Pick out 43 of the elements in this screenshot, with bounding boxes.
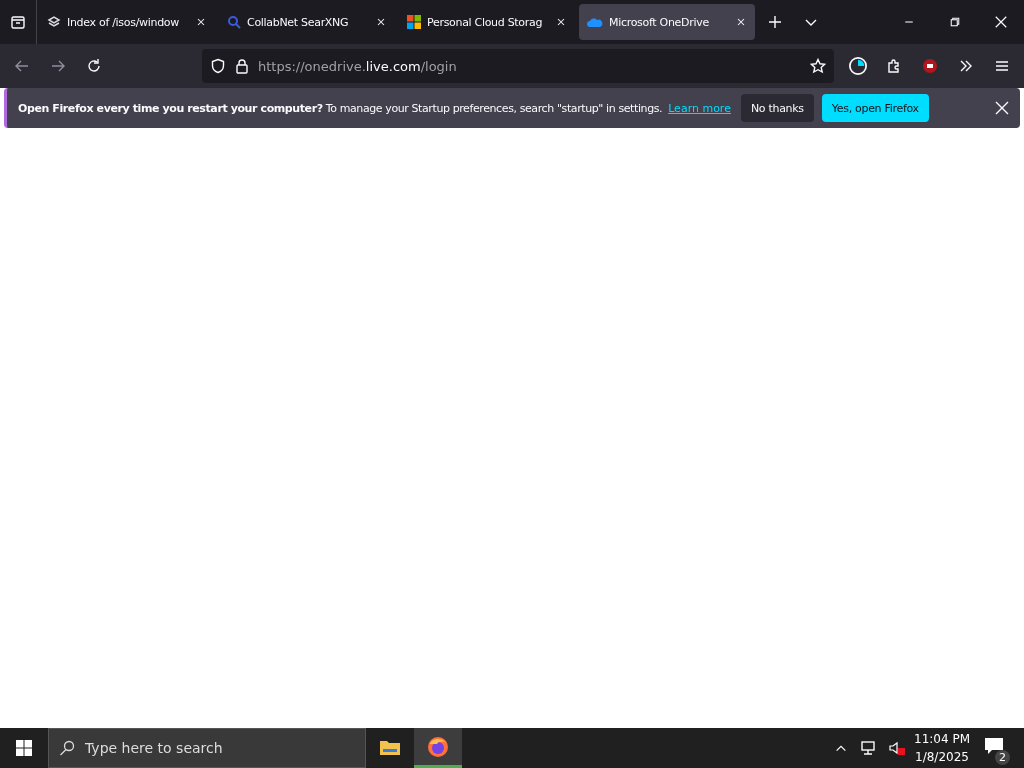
search-icon (59, 740, 75, 756)
close-icon[interactable] (735, 16, 747, 28)
lock-icon[interactable] (234, 58, 250, 74)
pie-chart-icon[interactable] (848, 56, 868, 76)
shield-badge-icon[interactable] (922, 58, 938, 74)
windows-logo-icon[interactable] (16, 740, 32, 756)
browser-tab[interactable]: CollabNet SearXNG (219, 4, 395, 40)
taskbar-search-field[interactable]: Type here to search (48, 728, 366, 768)
notification-message: Open Firefox every time you restart your computer? To manage your Startup preferences, search "startup" in settings. (18, 101, 663, 115)
restore-icon[interactable] (949, 16, 961, 28)
reload-icon[interactable] (86, 58, 102, 74)
tab-list-icon[interactable] (10, 14, 26, 30)
puzzle-piece-icon[interactable] (886, 58, 902, 74)
notification-count: 2 (995, 750, 1010, 765)
muted-speaker-icon[interactable] (888, 740, 906, 756)
address-bar[interactable]: https://onedrive.live.com/login (202, 49, 834, 83)
clock[interactable]: 11:04 PM 1/8/2025 (914, 730, 970, 766)
notification-center-icon[interactable] (984, 737, 1004, 755)
close-icon[interactable] (555, 16, 567, 28)
close-icon[interactable] (195, 16, 207, 28)
cloud-icon (587, 17, 603, 27)
close-icon[interactable] (994, 100, 1010, 116)
back-arrow-icon[interactable] (14, 58, 30, 74)
windows-logo-icon (407, 15, 421, 29)
close-icon[interactable] (994, 15, 1008, 29)
browser-tab[interactable]: Index of /isos/window (39, 4, 215, 40)
double-chevron-icon[interactable] (958, 58, 974, 74)
taskbar-app[interactable] (414, 728, 462, 768)
search-icon (227, 15, 241, 29)
browser-tab[interactable]: Microsoft OneDrive (579, 4, 755, 40)
learn-more-link[interactable]: Learn more (668, 101, 731, 115)
stack-icon (47, 15, 61, 29)
close-icon[interactable] (375, 16, 387, 28)
firefox-icon (427, 735, 449, 758)
network-icon[interactable] (860, 740, 876, 756)
bookmark-star-icon[interactable] (810, 58, 826, 74)
dismiss-button[interactable]: No thanks (740, 94, 814, 122)
forward-arrow-icon[interactable] (50, 58, 66, 74)
menu-icon[interactable] (994, 58, 1010, 74)
shield-icon[interactable] (210, 58, 226, 74)
confirm-button[interactable]: Yes, open Firefox (821, 94, 929, 122)
plus-icon[interactable] (767, 14, 783, 30)
browser-tab[interactable]: Personal Cloud Storag (399, 4, 575, 40)
